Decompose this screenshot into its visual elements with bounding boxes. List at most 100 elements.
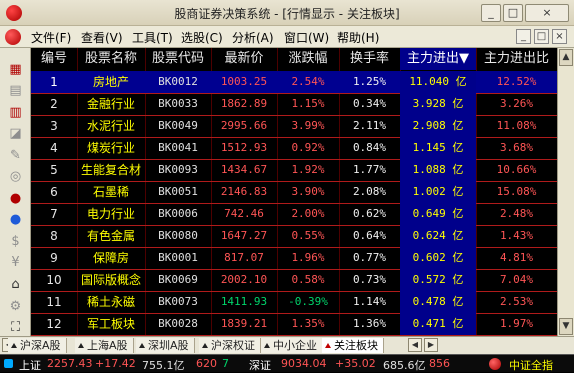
cell-code: BK0073 (158, 295, 198, 308)
edit-icon[interactable]: ✎ (7, 148, 24, 163)
alert-indicator-icon (489, 358, 501, 370)
sz-index-change: +35.02 (335, 357, 376, 370)
cell-price: 1512.93 (220, 141, 268, 154)
cell-name: 金融行业 (86, 97, 135, 111)
maximize-button[interactable]: □ (503, 4, 523, 22)
sh-volume: 755.1亿 (142, 359, 185, 372)
tab-warrants[interactable]: 沪深权证 (199, 338, 261, 353)
home-icon[interactable]: ⌂ (7, 277, 24, 292)
money-icon[interactable]: $ (7, 234, 24, 249)
cell-ratio: 10.66% (496, 163, 537, 176)
cell-change: 3.99% (291, 119, 325, 132)
cell-change: 3.90% (291, 185, 325, 198)
cell-change: 2.54% (277, 71, 339, 93)
menu-view[interactable]: 查看(V) (81, 29, 123, 46)
cell-code: BK0028 (158, 317, 198, 330)
grid-icon[interactable]: ▦ (7, 62, 24, 77)
mdi-close-button[interactable]: × (552, 29, 567, 44)
cell-flow: 0.649 亿 (400, 203, 476, 225)
cell-turnover: 0.64% (352, 229, 387, 242)
menu-logo-icon (5, 29, 21, 45)
sh-index-change: +17.42 (95, 357, 136, 370)
vertical-scrollbar[interactable]: ▲ ▼ (557, 48, 574, 336)
header-turnover[interactable]: 换手率 (339, 48, 400, 70)
cell-num: 5 (50, 163, 58, 177)
cell-turnover: 1.36% (352, 317, 387, 330)
tab-watch-sectors[interactable]: 关注板块 (322, 338, 384, 353)
target-icon[interactable]: ◎ (7, 169, 24, 184)
cell-code: BK0080 (158, 229, 198, 242)
cell-turnover: 1.14% (352, 295, 387, 308)
menu-help[interactable]: 帮助(H) (337, 29, 379, 46)
cell-name: 房地产 (77, 71, 145, 93)
cell-code: BK0049 (158, 119, 198, 132)
cell-name: 军工板块 (86, 317, 135, 331)
cell-price: 742.46 (224, 207, 264, 220)
sz-index-value: 9034.04 (281, 357, 327, 370)
sh-up-count: 620 (196, 357, 217, 370)
tab-scroll-right-button[interactable]: ▶ (424, 338, 438, 352)
tab-sme[interactable]: 中小企业 (261, 338, 323, 353)
cell-price: 817.07 (224, 251, 264, 264)
header-main-flow[interactable]: 主力进出▼ (400, 48, 476, 70)
header-main-flow-ratio[interactable]: 主力进出比 (476, 48, 557, 70)
header-number[interactable]: 编号 (31, 48, 77, 70)
cell-flow: 0.572 亿 (400, 269, 476, 291)
tab-scroll-left-button[interactable]: ◀ (408, 338, 422, 352)
cell-num: 12 (46, 317, 62, 331)
minimize-button[interactable]: _ (481, 4, 501, 22)
status-bar: 上证 2257.43 +17.42 755.1亿 620 7 深证 9034.0… (0, 354, 574, 372)
cell-name: 稀土永磁 (86, 295, 135, 309)
close-button[interactable]: × (525, 4, 569, 22)
cell-code: BK0093 (158, 163, 198, 176)
cell-change: 1.15% (291, 97, 325, 110)
header-stock-code[interactable]: 股票代码 (145, 48, 211, 70)
cell-name: 石墨稀 (92, 185, 129, 199)
menu-window[interactable]: 窗口(W) (284, 29, 329, 46)
tab-shanghai-a[interactable]: 上海A股 (75, 338, 134, 353)
cell-name: 煤炭行业 (86, 141, 135, 155)
cell-code: BK0041 (158, 141, 198, 154)
stock-icon[interactable]: ● (7, 191, 24, 206)
csi-all-index-label: 中证全指 (509, 359, 553, 372)
settings-icon[interactable]: ⚙ (7, 299, 24, 314)
table-icon[interactable]: ▤ (7, 83, 24, 98)
menu-file[interactable]: 文件(F) (31, 29, 71, 46)
tab-hushen-a[interactable]: 沪深A股 (8, 338, 67, 353)
menu-tools[interactable]: 工具(T) (132, 29, 173, 46)
scroll-down-button[interactable]: ▼ (559, 318, 573, 335)
cell-change: 0.55% (291, 229, 325, 242)
scroll-up-button[interactable]: ▲ (559, 49, 573, 66)
sh-index-label: 上证 (19, 359, 41, 372)
cell-change: 1.35% (291, 317, 325, 330)
cell-change: 0.92% (291, 141, 325, 154)
expand-icon[interactable]: ⛶ (7, 320, 24, 335)
cell-change: 2.00% (291, 207, 325, 220)
bar-chart-icon[interactable]: ▥ (7, 105, 24, 120)
cell-turnover: 0.73% (352, 273, 387, 286)
tab-shenzhen-a[interactable]: 深圳A股 (136, 338, 195, 353)
cell-price: 1862.89 (220, 97, 268, 110)
cell-ratio: 2.48% (499, 207, 534, 220)
cell-turnover: 0.84% (352, 141, 387, 154)
header-last-price[interactable]: 最新价 (211, 48, 277, 70)
mdi-controls: _ □ × (516, 28, 572, 46)
cell-flow: 0.624 亿 (400, 225, 476, 247)
cell-turnover: 2.08% (352, 185, 387, 198)
header-stock-name[interactable]: 股票名称 (77, 48, 145, 70)
menu-select-stock[interactable]: 选股(C) (181, 29, 223, 46)
yuan-icon[interactable]: ¥ (7, 255, 24, 270)
line-chart-icon[interactable]: ◪ (7, 126, 24, 141)
menu-analysis[interactable]: 分析(A) (232, 29, 274, 46)
mdi-restore-button[interactable]: □ (534, 29, 549, 44)
mdi-minimize-button[interactable]: _ (516, 29, 531, 44)
cell-num: 8 (50, 229, 58, 243)
cell-num: 4 (50, 141, 58, 155)
info-icon[interactable]: ● (7, 212, 24, 227)
cell-ratio: 1.97% (499, 317, 534, 330)
cell-change: -0.39% (288, 295, 328, 308)
sh-down-count: 7 (222, 357, 229, 370)
cell-name: 国际版概念 (80, 273, 141, 287)
cell-flow: 2.908 亿 (400, 115, 476, 137)
header-change-percent[interactable]: 涨跌幅 (277, 48, 339, 70)
